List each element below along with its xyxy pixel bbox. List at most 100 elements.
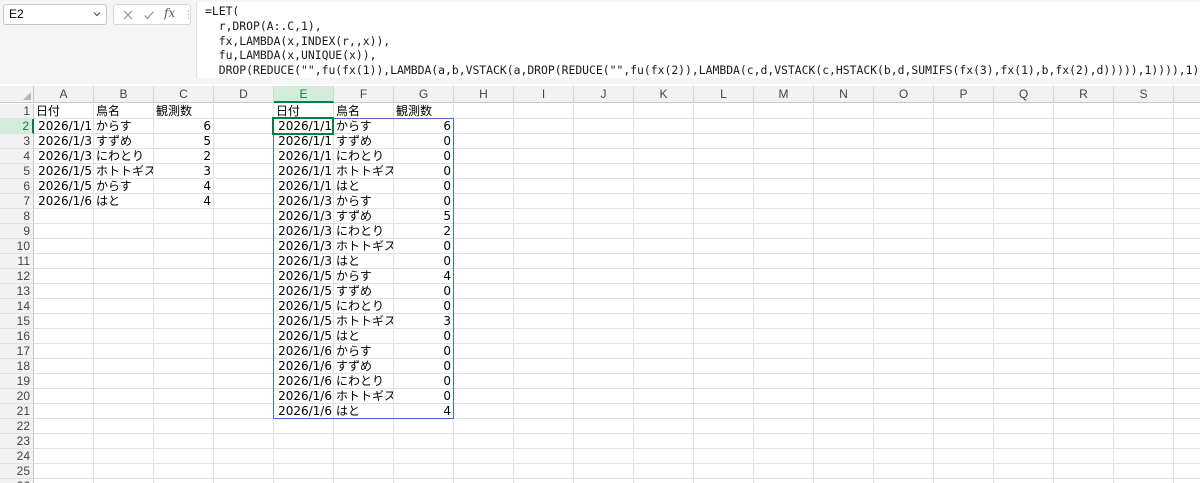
result-data-cell[interactable]: 2026/1/3	[274, 239, 333, 254]
column-header-q[interactable]: Q	[994, 86, 1054, 103]
row-header-10[interactable]: 10	[0, 239, 34, 254]
row-header-8[interactable]: 8	[0, 209, 34, 224]
source-data-cell[interactable]: 2026/1/1	[34, 119, 93, 134]
source-data-cell[interactable]: からす	[94, 119, 153, 134]
row-header-9[interactable]: 9	[0, 224, 34, 239]
result-data-cell[interactable]: 0	[394, 389, 453, 404]
row-header-2[interactable]: 2	[0, 119, 34, 134]
row-header-7[interactable]: 7	[0, 194, 34, 209]
source-data-cell[interactable]: 4	[154, 179, 213, 194]
column-header-a[interactable]: A	[34, 86, 94, 103]
chevron-down-icon[interactable]	[93, 10, 101, 18]
result-data-cell[interactable]: ホトトギス	[334, 239, 393, 254]
row-header-12[interactable]: 12	[0, 269, 34, 284]
source-data-cell[interactable]: 3	[154, 164, 213, 179]
source-data-cell[interactable]: にわとり	[94, 149, 153, 164]
result-data-cell[interactable]: 6	[394, 119, 453, 134]
source-header-cell[interactable]: 日付	[34, 104, 93, 119]
result-data-cell[interactable]: はと	[334, 179, 393, 194]
result-data-cell[interactable]: 2026/1/1	[274, 119, 333, 134]
result-data-cell[interactable]: 2026/1/1	[274, 179, 333, 194]
column-header-p[interactable]: P	[934, 86, 994, 103]
row-header-4[interactable]: 4	[0, 149, 34, 164]
column-header-f[interactable]: F	[334, 86, 394, 103]
name-box[interactable]: E2	[3, 4, 107, 25]
result-data-cell[interactable]: はと	[334, 254, 393, 269]
result-data-cell[interactable]: にわとり	[334, 299, 393, 314]
result-data-cell[interactable]: 2026/1/6	[274, 344, 333, 359]
row-header-13[interactable]: 13	[0, 284, 34, 299]
column-header-r[interactable]: R	[1054, 86, 1114, 103]
row-header-3[interactable]: 3	[0, 134, 34, 149]
result-data-cell[interactable]: にわとり	[334, 374, 393, 389]
row-header-22[interactable]: 22	[0, 419, 34, 434]
result-header-cell[interactable]: 観測数	[394, 104, 453, 119]
result-data-cell[interactable]: すずめ	[334, 359, 393, 374]
insert-function-button[interactable]: fx	[164, 6, 175, 20]
source-data-cell[interactable]: 2026/1/6	[34, 194, 93, 209]
x-icon[interactable]	[122, 9, 134, 21]
result-data-cell[interactable]: からす	[334, 344, 393, 359]
row-header-15[interactable]: 15	[0, 314, 34, 329]
source-data-cell[interactable]: 2026/1/3	[34, 134, 93, 149]
column-header-t[interactable]: T	[1174, 86, 1200, 103]
result-data-cell[interactable]: からす	[334, 119, 393, 134]
source-data-cell[interactable]: 2026/1/5	[34, 179, 93, 194]
row-header-24[interactable]: 24	[0, 449, 34, 464]
result-data-cell[interactable]: 0	[394, 239, 453, 254]
column-header-j[interactable]: J	[574, 86, 634, 103]
result-data-cell[interactable]: 3	[394, 314, 453, 329]
result-data-cell[interactable]: 0	[394, 164, 453, 179]
result-data-cell[interactable]: ホトトギス	[334, 389, 393, 404]
result-data-cell[interactable]: からす	[334, 194, 393, 209]
column-header-n[interactable]: N	[814, 86, 874, 103]
result-data-cell[interactable]: 2026/1/1	[274, 149, 333, 164]
row-header-23[interactable]: 23	[0, 434, 34, 449]
result-data-cell[interactable]: はと	[334, 329, 393, 344]
result-data-cell[interactable]: 2026/1/1	[274, 164, 333, 179]
result-data-cell[interactable]: 4	[394, 404, 453, 419]
result-data-cell[interactable]: からす	[334, 269, 393, 284]
result-data-cell[interactable]: 2026/1/5	[274, 314, 333, 329]
result-data-cell[interactable]: 2026/1/5	[274, 284, 333, 299]
formula-input[interactable]: =LET( r,DROP(A:.C,1), fx,LAMBDA(x,INDEX(…	[196, 2, 1200, 78]
column-header-c[interactable]: C	[154, 86, 214, 103]
source-data-cell[interactable]: 2026/1/5	[34, 164, 93, 179]
result-data-cell[interactable]: 2026/1/1	[274, 134, 333, 149]
select-all-button[interactable]	[0, 86, 34, 103]
row-header-17[interactable]: 17	[0, 344, 34, 359]
result-data-cell[interactable]: 2026/1/5	[274, 329, 333, 344]
column-header-m[interactable]: M	[754, 86, 814, 103]
result-data-cell[interactable]: 0	[394, 284, 453, 299]
result-data-cell[interactable]: 2026/1/5	[274, 299, 333, 314]
column-header-b[interactable]: B	[94, 86, 154, 103]
row-header-26[interactable]: 26	[0, 479, 34, 483]
row-header-18[interactable]: 18	[0, 359, 34, 374]
row-header-25[interactable]: 25	[0, 464, 34, 479]
row-header-19[interactable]: 19	[0, 374, 34, 389]
column-header-s[interactable]: S	[1114, 86, 1174, 103]
result-data-cell[interactable]: 0	[394, 194, 453, 209]
source-data-cell[interactable]: ホトトギス	[94, 164, 153, 179]
result-data-cell[interactable]: 2	[394, 224, 453, 239]
row-header-6[interactable]: 6	[0, 179, 34, 194]
result-data-cell[interactable]: 2026/1/3	[274, 209, 333, 224]
result-data-cell[interactable]: 0	[394, 374, 453, 389]
row-header-20[interactable]: 20	[0, 389, 34, 404]
result-data-cell[interactable]: 2026/1/6	[274, 404, 333, 419]
column-header-l[interactable]: L	[694, 86, 754, 103]
source-data-cell[interactable]: 6	[154, 119, 213, 134]
result-data-cell[interactable]: 2026/1/3	[274, 254, 333, 269]
result-data-cell[interactable]: 5	[394, 209, 453, 224]
result-data-cell[interactable]: 2026/1/3	[274, 224, 333, 239]
column-header-o[interactable]: O	[874, 86, 934, 103]
column-header-d[interactable]: D	[214, 86, 274, 103]
source-data-cell[interactable]: からす	[94, 179, 153, 194]
source-data-cell[interactable]: はと	[94, 194, 153, 209]
result-data-cell[interactable]: すずめ	[334, 134, 393, 149]
row-header-21[interactable]: 21	[0, 404, 34, 419]
column-header-i[interactable]: I	[514, 86, 574, 103]
worksheet-grid[interactable]: ABCDEFGHIJKLMNOPQRST 1234567891011121314…	[0, 86, 1200, 483]
result-data-cell[interactable]: 0	[394, 254, 453, 269]
result-data-cell[interactable]: 2026/1/6	[274, 389, 333, 404]
